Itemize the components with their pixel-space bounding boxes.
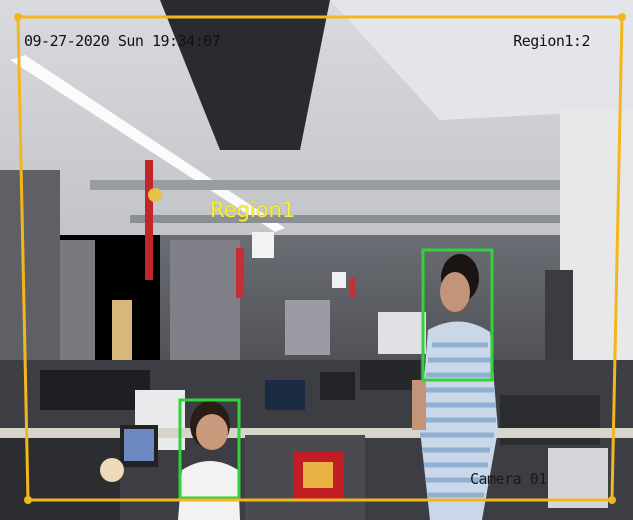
osd-datetime: 09-27-2020 Sun 19:34:07	[24, 32, 221, 50]
wall-door	[285, 300, 330, 355]
ceiling-beam	[90, 180, 630, 190]
region-label: Region1	[210, 198, 296, 222]
region-vertex-handle[interactable]	[24, 496, 32, 504]
osd-camera-name: Camera 01	[470, 470, 547, 488]
red-lantern	[145, 160, 153, 280]
red-lantern	[350, 278, 355, 298]
gift-emblem	[303, 462, 333, 488]
ceiling-beam	[130, 215, 590, 223]
laptop-screen	[124, 429, 154, 461]
desk-fan	[100, 458, 124, 482]
region-vertex-handle[interactable]	[14, 13, 22, 21]
monitor	[320, 372, 355, 400]
person-face	[440, 272, 470, 312]
monitor	[360, 360, 420, 390]
region-vertex-handle[interactable]	[608, 496, 616, 504]
camera-view: 09-27-2020 Sun 19:34:07 Region1:2 Region…	[0, 0, 633, 520]
hanging-sign	[252, 232, 274, 258]
osd-region-count: Region1:2	[513, 32, 590, 50]
hanging-sign	[332, 272, 346, 288]
office-scene	[0, 0, 633, 520]
whiteboard	[378, 312, 426, 354]
person-arm	[412, 380, 426, 430]
wall-panel	[170, 240, 240, 360]
region-vertex-handle[interactable]	[618, 13, 626, 21]
monitor	[265, 380, 305, 410]
cubicle	[0, 438, 120, 520]
person-shirt	[178, 461, 240, 520]
lantern-ornament	[148, 188, 162, 202]
monitor	[40, 370, 150, 410]
red-lantern	[236, 248, 244, 298]
person-face	[196, 414, 228, 450]
